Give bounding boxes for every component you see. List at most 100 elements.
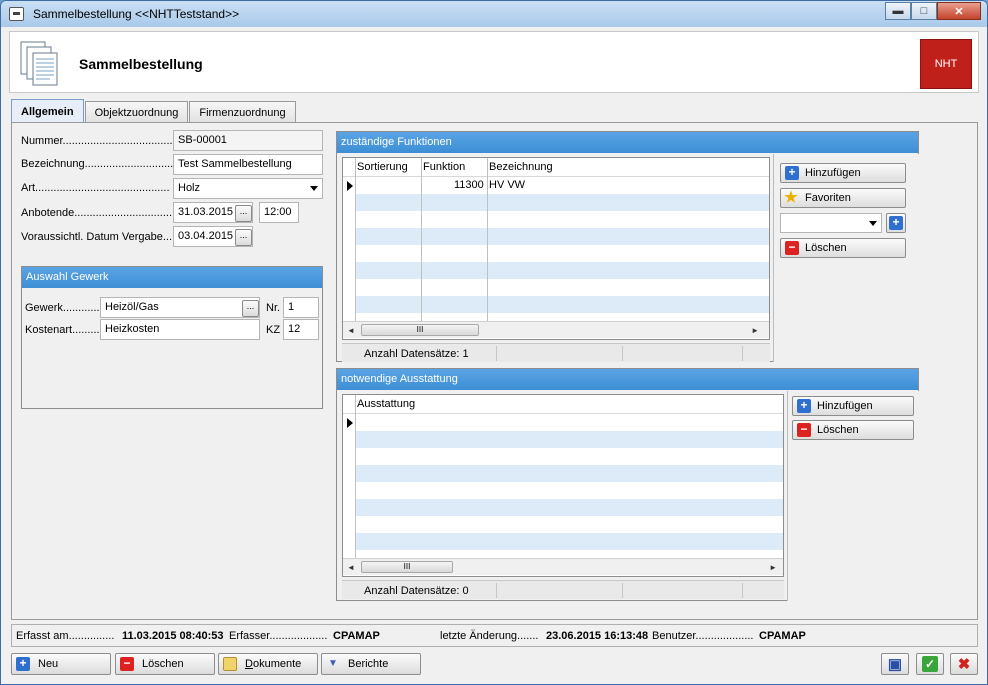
funktionen-actions: + Hinzufügen ★ Favoriten + − Löschen <box>773 154 919 362</box>
table-row[interactable] <box>355 414 783 431</box>
page-title: Sammelbestellung <box>79 56 203 72</box>
gewerk-group: Auswahl Gewerk Gewerk............ Heizöl… <box>21 266 323 409</box>
tab-strip: Allgemein Objektzuordnung Firmenzuordnun… <box>11 99 297 123</box>
tab-panel-allgemein: Nummer..................................… <box>11 122 978 620</box>
minus-icon: − <box>120 657 134 671</box>
aenderung-label: letzte Änderung....... <box>440 630 539 642</box>
column-divider <box>487 158 488 321</box>
bezeichnung-label: Bezeichnung.............................… <box>21 158 176 170</box>
tab-allgemein[interactable]: Allgemein <box>11 99 84 123</box>
current-row-indicator <box>347 181 353 191</box>
empty-row <box>355 482 783 499</box>
minimize-button[interactable]: ▬ <box>885 2 911 20</box>
title-bar[interactable]: Sammelbestellung <<NHTTeststand>> ▬ □ ✕ <box>1 1 987 27</box>
erfasst-value: 11.03.2015 08:40:53 <box>122 630 224 642</box>
current-row-indicator <box>347 418 353 428</box>
plus-icon: + <box>797 399 811 413</box>
art-label: Art.....................................… <box>21 182 170 194</box>
row-bezeichnung: HV VW <box>489 179 526 191</box>
favorites-label: Favoriten <box>805 192 851 204</box>
plus-icon: + <box>889 216 903 230</box>
column-divider <box>421 158 422 321</box>
scroll-right-icon[interactable]: ► <box>751 326 759 335</box>
funktionen-grid[interactable]: Sortierung Funktion Bezeichnung 11300 HV… <box>342 157 770 340</box>
tab-firmenzuordnung[interactable]: Firmenzuordnung <box>189 101 296 123</box>
table-row[interactable]: 11300 HV VW <box>355 177 769 194</box>
vergabe-date-picker-button[interactable]: ... <box>235 229 252 246</box>
column-header-funktion[interactable]: Funktion <box>423 161 465 173</box>
add-funktion-label: Hinzufügen <box>805 167 861 179</box>
kostenart-field[interactable]: Heizkosten <box>100 319 260 340</box>
window-title: Sammelbestellung <<NHTTeststand>> <box>33 7 240 21</box>
documents-icon <box>20 41 58 86</box>
favorites-select[interactable] <box>780 213 882 233</box>
status-divider <box>496 583 497 598</box>
window-menu-icon[interactable] <box>9 7 24 21</box>
gewerk-label: Gewerk............ <box>25 302 100 314</box>
art-value: Holz <box>178 182 201 194</box>
erfasser-label: Erfasser................... <box>229 630 328 642</box>
column-header-sortierung[interactable]: Sortierung <box>357 161 408 173</box>
delete-funktion-label: Löschen <box>805 242 847 254</box>
horizontal-scrollbar[interactable]: ◄ III ► <box>343 558 783 575</box>
scroll-thumb[interactable]: III <box>361 561 453 573</box>
scroll-thumb[interactable]: III <box>361 324 479 336</box>
scroll-right-icon[interactable]: ► <box>769 563 777 572</box>
star-icon: ★ <box>784 189 798 206</box>
save-button[interactable]: ▣ <box>881 653 909 675</box>
scroll-left-icon[interactable]: ◄ <box>347 563 355 572</box>
tab-objektzuordnung[interactable]: Objektzuordnung <box>84 101 189 123</box>
art-select[interactable]: Holz <box>173 178 323 199</box>
kz-label: KZ <box>266 324 281 336</box>
bezeichnung-field[interactable]: Test Sammelbestellung <box>173 154 323 175</box>
empty-row <box>355 533 783 550</box>
column-header-ausstattung[interactable]: Ausstattung <box>357 398 415 410</box>
ausstattung-grid[interactable]: Ausstattung ◄ III ► <box>342 394 784 577</box>
empty-row <box>355 279 769 296</box>
benutzer-value: CPAMAP <box>759 630 806 642</box>
delete-ausstattung-button[interactable]: − Löschen <box>792 420 914 440</box>
column-header-bezeichnung[interactable]: Bezeichnung <box>489 161 553 173</box>
add-funktion-button[interactable]: + Hinzufügen <box>780 163 906 183</box>
chevron-down-icon <box>310 186 318 191</box>
close-button[interactable]: ✕ <box>937 2 981 20</box>
cancel-button[interactable]: ✖ <box>950 653 978 675</box>
new-label: Neu <box>38 658 59 670</box>
maximize-button[interactable]: □ <box>911 2 937 20</box>
empty-row <box>355 516 783 533</box>
nr-label: Nr. <box>266 302 281 314</box>
ausstattung-status-bar: Anzahl Datensätze: 0 <box>342 580 784 599</box>
audit-info-bar: Erfasst am............... 11.03.2015 08:… <box>11 624 978 647</box>
status-divider <box>622 583 623 598</box>
new-button[interactable]: + Neu <box>11 653 111 675</box>
record-count: Anzahl Datensätze: 1 <box>364 348 469 360</box>
status-divider <box>496 346 497 361</box>
favorites-button[interactable]: ★ Favoriten <box>780 188 906 208</box>
add-ausstattung-button[interactable]: + Hinzufügen <box>792 396 914 416</box>
record-count: Anzahl Datensätze: 0 <box>364 585 469 597</box>
chevron-down-icon <box>869 221 877 226</box>
nummer-field[interactable]: SB-00001 <box>173 130 323 151</box>
kz-field[interactable]: 12 <box>283 319 319 340</box>
gewerk-picker-button[interactable]: ... <box>242 300 259 317</box>
documents-button[interactable]: Dokumente <box>218 653 318 675</box>
add-ausstattung-label: Hinzufügen <box>817 400 873 412</box>
empty-row <box>355 228 769 245</box>
scroll-left-icon[interactable]: ◄ <box>347 326 355 335</box>
ausstattung-group: notwendige Ausstattung Ausstattung ◄ III <box>336 368 919 601</box>
confirm-button[interactable]: ✓ <box>916 653 944 675</box>
reports-button[interactable]: ▼ Berichte <box>321 653 421 675</box>
empty-row <box>355 465 783 482</box>
add-favorite-button[interactable]: + <box>886 213 906 233</box>
delete-button[interactable]: − Löschen <box>115 653 215 675</box>
anbotende-date-picker-button[interactable]: ... <box>235 205 252 222</box>
nr-field[interactable]: 1 <box>283 297 319 318</box>
nht-logo: NHT <box>920 39 972 89</box>
delete-funktion-button[interactable]: − Löschen <box>780 238 906 258</box>
header-band: Sammelbestellung NHT <box>9 31 979 93</box>
anbotende-time-field[interactable]: 12:00 <box>259 202 299 223</box>
horizontal-scrollbar[interactable]: ◄ III ► <box>343 321 769 338</box>
status-divider <box>742 346 743 361</box>
folder-icon <box>223 657 237 671</box>
gewerk-field[interactable]: Heizöl/Gas <box>100 297 260 318</box>
